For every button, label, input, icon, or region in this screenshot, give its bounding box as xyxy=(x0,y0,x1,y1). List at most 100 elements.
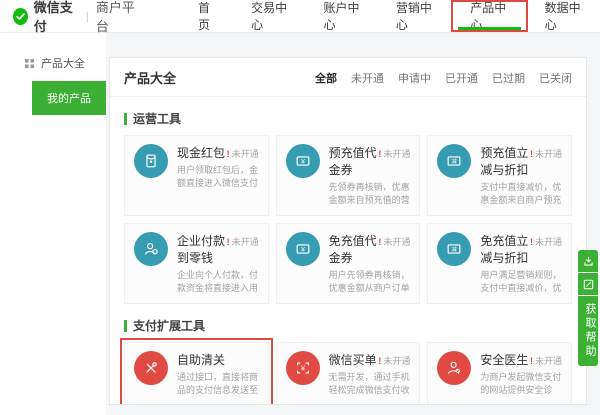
status-label: 未开通 xyxy=(383,237,410,247)
product-card-free-voucher[interactable]: ¥ 免充值代金券 !未开通 用户先领券再核销，优惠金额从商户订单实收中扣减 xyxy=(276,223,421,304)
wechat-pay-check-icon xyxy=(13,8,28,25)
discount-icon: 减 xyxy=(437,144,471,178)
status-alert-icon: ! xyxy=(530,356,533,366)
nav-item-home[interactable]: 首页 xyxy=(181,0,234,32)
status-badge: !未开通 xyxy=(530,354,562,367)
product-name: 免充值立减与折扣 xyxy=(480,232,530,266)
status-label: 未开通 xyxy=(535,356,562,366)
content-area: 产品大全 我的产品 产品大全 全部 未开通 申请中 已开通 已过期 已关闭 xyxy=(0,33,600,415)
product-name: 现金红包 xyxy=(177,144,225,161)
red-packet-icon xyxy=(134,144,168,178)
sidebar: 产品大全 我的产品 xyxy=(0,33,106,415)
product-card-self-customs[interactable]: 自助清关 通过接口，直接将商品的支付信息发送至海关，提高通关效率 xyxy=(124,342,269,405)
edit-icon xyxy=(582,278,595,291)
discount-icon: 减 xyxy=(437,232,471,266)
product-card-wechat-paybill[interactable]: ¥ 微信买单 !未开通 无需开发，通过手机轻松完成微信支付收款、对账等操作 xyxy=(276,342,421,405)
status-badge: !未开通 xyxy=(530,147,562,160)
get-help-button[interactable]: 获取帮助 xyxy=(578,296,598,366)
status-label: 未开通 xyxy=(535,149,562,159)
product-description: 用户领取红包后，金额直接进入微信支付零钱 xyxy=(177,164,259,190)
svg-text:减: 减 xyxy=(452,245,458,253)
section-operation-tools: 运营工具 xyxy=(124,110,572,127)
card-body: 现金红包 !未开通 用户领取红包后，金额直接进入微信支付零钱 xyxy=(177,144,259,207)
status-alert-icon: ! xyxy=(227,149,230,159)
status-alert-icon: ! xyxy=(378,356,381,366)
sidebar-item-my-products[interactable]: 我的产品 xyxy=(32,81,106,115)
products-panel: 产品大全 全部 未开通 申请中 已开通 已过期 已关闭 运营工具 xyxy=(109,57,587,405)
sidebar-item-all-products[interactable]: 产品大全 xyxy=(0,47,106,81)
voucher-icon: ¥ xyxy=(286,144,320,178)
product-card-prepaid-voucher[interactable]: ¥ 预充值代金券 !未开通 先领券再核销，优惠金额来自预充值的营销经费 xyxy=(276,135,421,216)
card-body: 预充值立减与折扣 !未开通 支付中直接减价，优惠金额来自商户预充值的营销经费 xyxy=(480,144,562,207)
sidebar-item-label: 产品大全 xyxy=(41,55,85,71)
panel-header: 产品大全 全部 未开通 申请中 已开通 已过期 已关闭 xyxy=(110,58,586,97)
filter-not-opened[interactable]: 未开通 xyxy=(351,70,384,86)
product-description: 通过接口，直接将商品的支付信息发送至海关，提高通关效率 xyxy=(177,371,259,397)
filter-all[interactable]: 全部 xyxy=(315,70,337,86)
product-card-prepaid-discount[interactable]: 减 预充值立减与折扣 !未开通 支付中直接减价，优惠金额来自商户预充值的营销经费 xyxy=(427,135,572,216)
customs-tools-icon xyxy=(134,351,168,385)
nav-item-marketing[interactable]: 营销中心 xyxy=(379,0,451,32)
main-nav: 首页 交易中心 账户中心 营销中心 产品中心 数据中心 xyxy=(181,0,600,32)
card-body: 免充值立减与折扣 !未开通 用户满足营销规则，支付中直接减价，优惠金额从商户订单… xyxy=(480,232,562,295)
section-accent-bar xyxy=(124,320,127,332)
product-description: 用户满足营销规则，支付中直接减价，优惠金额从商户订单实收中扣减 xyxy=(480,269,562,295)
status-badge: !未开通 xyxy=(378,354,410,367)
filter-closed[interactable]: 已关闭 xyxy=(539,70,572,86)
status-label: 未开通 xyxy=(232,149,259,159)
status-filter-bar: 全部 未开通 申请中 已开通 已过期 已关闭 xyxy=(315,70,572,86)
feedback-button[interactable] xyxy=(578,273,598,295)
product-description: 先领券再核销，优惠金额来自预充值的营销经费 xyxy=(329,181,411,207)
nav-item-transactions[interactable]: 交易中心 xyxy=(234,0,306,32)
status-alert-icon: ! xyxy=(530,149,533,159)
platform-title: 商户平台 xyxy=(96,0,141,35)
status-alert-icon: ! xyxy=(378,237,381,247)
wechat-pay-logo[interactable]: 微信支付 | 商户平台 xyxy=(13,0,141,32)
security-doctor-icon xyxy=(437,351,471,385)
product-description: 为商户发起微信支付的网站提供安全诊断，出具修复建议 xyxy=(480,371,562,397)
card-body: 安全医生 !未开通 为商户发起微信支付的网站提供安全诊断，出具修复建议 xyxy=(480,351,562,397)
product-name: 预充值立减与折扣 xyxy=(480,144,530,178)
status-alert-icon: ! xyxy=(378,149,381,159)
product-name: 预充值代金券 xyxy=(329,144,379,178)
download-icon xyxy=(582,255,595,268)
product-name: 安全医生 xyxy=(480,351,528,368)
filter-opened[interactable]: 已开通 xyxy=(445,70,478,86)
section-accent-bar xyxy=(124,113,127,125)
svg-text:¥: ¥ xyxy=(301,159,305,166)
voucher-icon: ¥ xyxy=(286,232,320,266)
transfer-icon xyxy=(134,232,168,266)
product-name: 企业付款到零钱 xyxy=(177,232,227,266)
nav-item-products[interactable]: 产品中心 xyxy=(451,0,527,32)
status-label: 未开通 xyxy=(535,237,562,247)
nav-item-data[interactable]: 数据中心 xyxy=(528,0,600,32)
status-label: 未开通 xyxy=(232,237,259,247)
service-button[interactable] xyxy=(578,250,598,272)
status-label: 未开通 xyxy=(383,356,410,366)
product-name: 自助清关 xyxy=(177,351,225,368)
card-body: 微信买单 !未开通 无需开发，通过手机轻松完成微信支付收款、对账等操作 xyxy=(329,351,411,397)
svg-text:¥: ¥ xyxy=(301,247,305,254)
filter-applying[interactable]: 申请中 xyxy=(398,70,431,86)
status-badge: !未开通 xyxy=(378,235,410,248)
main-wrapper: 产品大全 全部 未开通 申请中 已开通 已过期 已关闭 运营工具 xyxy=(106,33,600,415)
card-body: 预充值代金券 !未开通 先领券再核销，优惠金额来自预充值的营销经费 xyxy=(329,144,411,207)
product-card-free-discount[interactable]: 减 免充值立减与折扣 !未开通 用户满足营销规则，支付中直接减价，优惠金额从商户… xyxy=(427,223,572,304)
card-body: 自助清关 通过接口，直接将商品的支付信息发送至海关，提高通关效率 xyxy=(177,351,259,397)
product-name: 微信买单 xyxy=(329,351,377,368)
scan-pay-icon: ¥ xyxy=(286,351,320,385)
product-description: 用户先领券再核销，优惠金额从商户订单实收中扣减 xyxy=(329,269,411,295)
nav-item-account[interactable]: 账户中心 xyxy=(307,0,379,32)
product-card-security-doctor[interactable]: 安全医生 !未开通 为商户发起微信支付的网站提供安全诊断，出具修复建议 xyxy=(427,342,572,405)
top-navbar: 微信支付 | 商户平台 首页 交易中心 账户中心 营销中心 产品中心 数据中心 xyxy=(0,0,600,33)
card-body: 企业付款到零钱 !未开通 企业向个人付款，付款资金将直接进入用户微信零钱 xyxy=(177,232,259,295)
status-badge: !未开通 xyxy=(227,235,259,248)
brand-title: 微信支付 xyxy=(34,0,79,35)
svg-text:减: 减 xyxy=(452,157,458,165)
product-card-cash-redpacket[interactable]: 现金红包 !未开通 用户领取红包后，金额直接进入微信支付零钱 xyxy=(124,135,269,216)
status-badge: !未开通 xyxy=(227,147,259,160)
section-title: 支付扩展工具 xyxy=(133,317,205,334)
merchant-platform-page: 微信支付 | 商户平台 首页 交易中心 账户中心 营销中心 产品中心 数据中心 … xyxy=(0,0,600,415)
filter-expired[interactable]: 已过期 xyxy=(492,70,525,86)
product-card-transfer-to-balance[interactable]: 企业付款到零钱 !未开通 企业向个人付款，付款资金将直接进入用户微信零钱 xyxy=(124,223,269,304)
